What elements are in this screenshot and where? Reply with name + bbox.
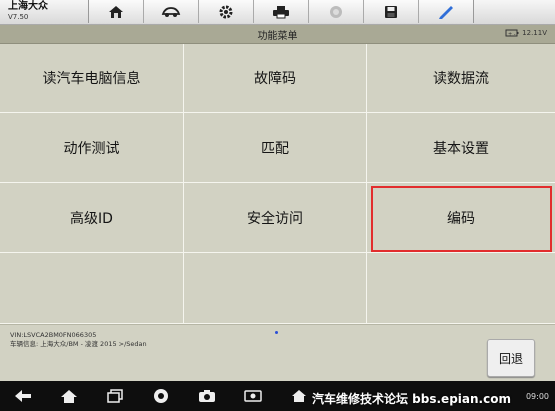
vehicle-button[interactable] (144, 0, 199, 23)
menu-item-coding[interactable]: 编码 (367, 183, 555, 253)
gear-icon (219, 5, 233, 18)
vehicle-info: VIN:LSVCA2BM0FN066305 车辆信息: 上海大众/BM - 凌渡… (10, 331, 147, 349)
vehicle-label: 车辆信息: 上海大众/BM - 凌渡 2015 >/Sedan (10, 340, 147, 348)
menu-item-empty (184, 253, 367, 324)
nav-autel-home-button[interactable] (290, 388, 308, 404)
printer-icon (273, 5, 289, 18)
svg-text:+ -: + - (508, 31, 516, 37)
print-button[interactable] (254, 0, 309, 23)
battery-icon: + - (505, 29, 519, 37)
browser-button[interactable] (152, 388, 170, 404)
back-arrow-icon (15, 390, 31, 402)
system-nav-bar: 汽车维修技术论坛 bbs.epian.com 09:00 (0, 381, 555, 411)
edit-button[interactable] (419, 0, 473, 23)
nav-home-button[interactable] (60, 388, 78, 404)
menu-item-advanced-id[interactable]: 高级ID (0, 183, 184, 253)
recent-apps-icon (107, 389, 123, 403)
home-button[interactable] (89, 0, 144, 23)
pen-icon (439, 5, 453, 19)
menu-item-live-data[interactable]: 读数据流 (367, 44, 555, 113)
home-icon (61, 389, 77, 403)
app-screen: 上海大众 V7.50 功能菜单 + - 12.11V 读汽车电脑信息 故障码 读… (0, 0, 555, 411)
menu-header: 功能菜单 + - 12.11V (0, 25, 555, 44)
home-icon (292, 390, 306, 402)
page-title: 功能菜单 (257, 31, 298, 42)
vehicle-info-bar: VIN:LSVCA2BM0FN066305 车辆信息: 上海大众/BM - 凌渡… (0, 324, 555, 382)
function-menu-grid: 读汽车电脑信息 故障码 读数据流 动作测试 匹配 基本设置 高级ID 安全访问 … (0, 44, 555, 324)
brand: 上海大众 V7.50 (8, 1, 48, 23)
home-icon (109, 5, 123, 18)
vehicle-icon (161, 6, 181, 17)
camera-button[interactable] (198, 388, 216, 404)
watermark-text: 汽车维修技术论坛 bbs.epian.com (312, 392, 511, 406)
menu-item-read-ecu-info[interactable]: 读汽车电脑信息 (0, 44, 184, 113)
version-label: V7.50 (8, 13, 29, 21)
back-button[interactable]: 回退 (487, 339, 535, 377)
nav-recent-button[interactable] (106, 388, 124, 404)
disabled-icon (330, 5, 342, 18)
save-button[interactable] (364, 0, 419, 23)
page-indicator (275, 331, 278, 334)
voltage-label: 12.11V (522, 29, 547, 37)
menu-item-empty (0, 253, 184, 324)
vin-label: VIN:LSVCA2BM0FN066305 (10, 331, 97, 339)
menu-item-adaptation[interactable]: 匹配 (184, 113, 367, 183)
menu-item-actuation-test[interactable]: 动作测试 (0, 113, 184, 183)
disabled-button[interactable] (309, 0, 364, 23)
settings-button[interactable] (199, 0, 254, 23)
screenshot-button[interactable] (244, 388, 262, 404)
toolbar (88, 0, 474, 23)
menu-item-security-access[interactable]: 安全访问 (184, 183, 367, 253)
brand-name: 上海大众 (8, 1, 48, 12)
nav-back-button[interactable] (14, 388, 32, 404)
browser-icon (154, 389, 168, 403)
battery-status: + - 12.11V (505, 29, 547, 37)
camera-icon (199, 390, 215, 402)
clock-label: 09:00 (525, 392, 549, 401)
screenshot-icon (244, 390, 262, 402)
menu-item-empty (367, 253, 555, 324)
menu-item-basic-settings[interactable]: 基本设置 (367, 113, 555, 183)
save-icon (385, 5, 397, 18)
menu-item-fault-codes[interactable]: 故障码 (184, 44, 367, 113)
top-bar: 上海大众 V7.50 (0, 0, 555, 25)
